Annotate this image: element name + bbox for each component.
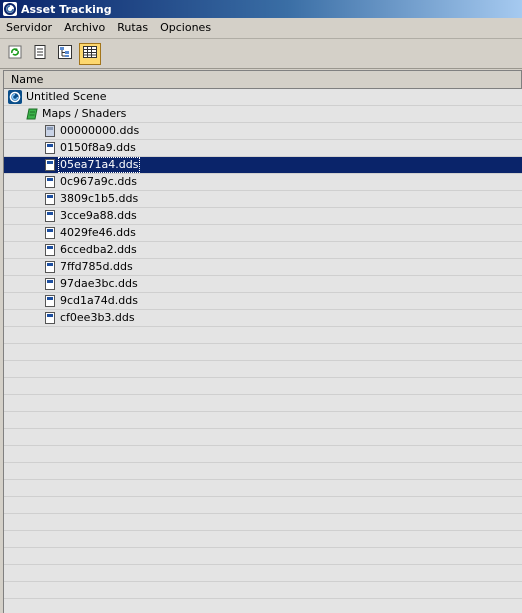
dds-file-icon — [44, 176, 56, 188]
file-label: 0c967a9c.dds — [60, 175, 138, 188]
file-row[interactable]: 05ea71a4.dds — [4, 157, 522, 174]
table-view-icon — [82, 44, 98, 63]
empty-row — [4, 463, 522, 480]
dds-file-icon — [44, 159, 56, 171]
scene-label: Untitled Scene — [26, 90, 107, 103]
column-header-name[interactable]: Name — [4, 71, 522, 88]
menu-archivo[interactable]: Archivo — [58, 18, 111, 38]
file-label: 3cce9a88.dds — [60, 209, 137, 222]
empty-row — [4, 548, 522, 565]
file-row[interactable]: 9cd1a74d.dds — [4, 293, 522, 310]
menu-servidor[interactable]: Servidor — [0, 18, 58, 38]
file-row[interactable]: 00000000.dds — [4, 123, 522, 140]
list-view-button[interactable] — [29, 43, 51, 65]
dds-file-icon — [44, 193, 56, 205]
dds-file-icon — [44, 295, 56, 307]
empty-row — [4, 531, 522, 548]
file-row[interactable]: 97dae3bc.dds — [4, 276, 522, 293]
file-label: 3809c1b5.dds — [60, 192, 139, 205]
file-row[interactable]: cf0ee3b3.dds — [4, 310, 522, 327]
file-row[interactable]: 0150f8a9.dds — [4, 140, 522, 157]
file-row[interactable]: 3cce9a88.dds — [4, 208, 522, 225]
file-row[interactable]: 3809c1b5.dds — [4, 191, 522, 208]
toolbar — [0, 39, 522, 69]
dds-file-icon — [44, 312, 56, 324]
file-label: cf0ee3b3.dds — [60, 311, 135, 324]
file-row[interactable]: 4029fe46.dds — [4, 225, 522, 242]
tree-rows: Untitled Scene Maps / Shaders 00000000.d… — [4, 89, 522, 599]
scene-icon — [8, 90, 22, 104]
table-view-button[interactable] — [79, 42, 101, 65]
column-header: Name — [4, 71, 522, 89]
tree-view-button[interactable] — [54, 43, 76, 65]
refresh-button[interactable] — [4, 43, 26, 65]
file-label: 7ffd785d.dds — [60, 260, 133, 273]
file-label: 05ea71a4.dds — [57, 157, 141, 173]
menu-bar: Servidor Archivo Rutas Opciones — [0, 18, 522, 39]
empty-row — [4, 395, 522, 412]
file-label: 4029fe46.dds — [60, 226, 136, 239]
file-label: 0150f8a9.dds — [60, 141, 136, 154]
empty-row — [4, 378, 522, 395]
empty-row — [4, 361, 522, 378]
dds-file-icon — [44, 261, 56, 273]
refresh-icon — [7, 44, 23, 63]
file-label: 97dae3bc.dds — [60, 277, 138, 290]
list-view-icon — [32, 44, 48, 63]
app-logo-icon — [3, 2, 17, 16]
file-list: 00000000.dds 0150f8a9.dds 05ea71a4.dds 0c96… — [4, 123, 522, 327]
empty-row — [4, 497, 522, 514]
dds-file-icon — [44, 142, 56, 154]
empty-row — [4, 344, 522, 361]
empty-row — [4, 412, 522, 429]
empty-row — [4, 582, 522, 599]
tree-row-scene[interactable]: Untitled Scene — [4, 89, 522, 106]
empty-row — [4, 327, 522, 344]
menu-opciones[interactable]: Opciones — [154, 18, 217, 38]
dds-file-icon — [44, 227, 56, 239]
window-title: Asset Tracking — [21, 2, 112, 16]
menu-rutas[interactable]: Rutas — [111, 18, 154, 38]
file-label: 9cd1a74d.dds — [60, 294, 138, 307]
empty-rows — [4, 327, 522, 599]
dds-file-icon — [44, 278, 56, 290]
empty-row — [4, 514, 522, 531]
missing-file-icon — [44, 125, 56, 137]
title-bar: Asset Tracking — [0, 0, 522, 18]
tree-view-icon — [57, 44, 73, 63]
tree-row-folder[interactable]: Maps / Shaders — [4, 106, 522, 123]
file-row[interactable]: 6ccedba2.dds — [4, 242, 522, 259]
file-row[interactable]: 0c967a9c.dds — [4, 174, 522, 191]
empty-row — [4, 480, 522, 497]
asset-tree-panel[interactable]: Name Untitled Scene Maps / Shaders 00000… — [3, 70, 522, 613]
folder-label: Maps / Shaders — [42, 107, 127, 120]
file-label: 00000000.dds — [60, 124, 140, 137]
dds-file-icon — [44, 244, 56, 256]
file-label: 6ccedba2.dds — [60, 243, 137, 256]
empty-row — [4, 565, 522, 582]
maps-folder-icon — [26, 108, 38, 120]
file-row[interactable]: 7ffd785d.dds — [4, 259, 522, 276]
empty-row — [4, 429, 522, 446]
dds-file-icon — [44, 210, 56, 222]
empty-row — [4, 446, 522, 463]
